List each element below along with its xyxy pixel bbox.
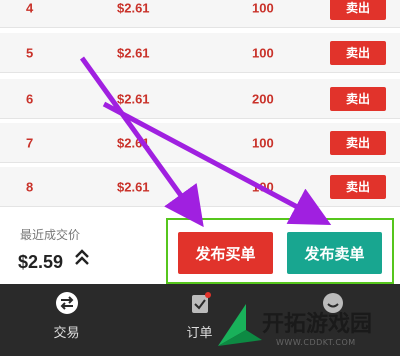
list-item: 6 $2.61 200 卖出 <box>0 79 400 119</box>
publish-button-group: 发布买单 发布卖单 <box>166 218 394 284</box>
watermark-text: 开拓游戏园 <box>262 312 373 337</box>
action-bar: 最近成交价 $2.59 发布买单 发布卖单 <box>0 212 400 284</box>
row-quantity: 100 <box>252 0 274 15</box>
row-price: $2.61 <box>117 135 150 150</box>
publish-sell-order-button[interactable]: 发布卖单 <box>287 232 382 274</box>
publish-buy-order-button[interactable]: 发布买单 <box>178 232 273 274</box>
row-price: $2.61 <box>117 45 150 60</box>
row-quantity: 200 <box>252 91 274 106</box>
tab-trade[interactable]: 交易 <box>0 284 133 356</box>
logo-icon <box>218 304 262 346</box>
row-number: 8 <box>26 179 34 194</box>
last-price-value: $2.59 <box>18 252 64 272</box>
swap-icon <box>55 292 78 314</box>
sell-button[interactable]: 卖出 <box>330 130 386 155</box>
sell-button[interactable]: 卖出 <box>330 40 386 65</box>
site-watermark: 开拓游戏园 WWW.CDDKT.COM <box>210 300 400 356</box>
row-number: 7 <box>26 135 34 150</box>
list-item: 4 $2.61 100 卖出 <box>0 0 400 28</box>
double-chevron-up-icon <box>75 249 89 265</box>
clipboard-icon <box>191 292 211 313</box>
row-number: 4 <box>26 0 34 15</box>
row-number: 6 <box>26 91 34 106</box>
row-price: $2.61 <box>117 179 150 194</box>
watermark-url: WWW.CDDKT.COM <box>276 338 356 347</box>
row-quantity: 100 <box>252 135 274 150</box>
row-quantity: 100 <box>252 45 274 60</box>
sell-button[interactable]: 卖出 <box>330 0 386 20</box>
sell-button[interactable]: 卖出 <box>330 86 386 111</box>
row-number: 5 <box>26 45 34 60</box>
sell-button[interactable]: 卖出 <box>330 174 386 199</box>
list-item: 7 $2.61 100 卖出 <box>0 123 400 163</box>
tab-label: 交易 <box>53 326 80 341</box>
row-quantity: 100 <box>252 179 274 194</box>
list-item: 8 $2.61 100 卖出 <box>0 167 400 207</box>
row-price: $2.61 <box>117 0 150 15</box>
list-item: 5 $2.61 100 卖出 <box>0 33 400 73</box>
last-price-label: 最近成交价 <box>20 228 81 242</box>
row-price: $2.61 <box>117 91 150 106</box>
